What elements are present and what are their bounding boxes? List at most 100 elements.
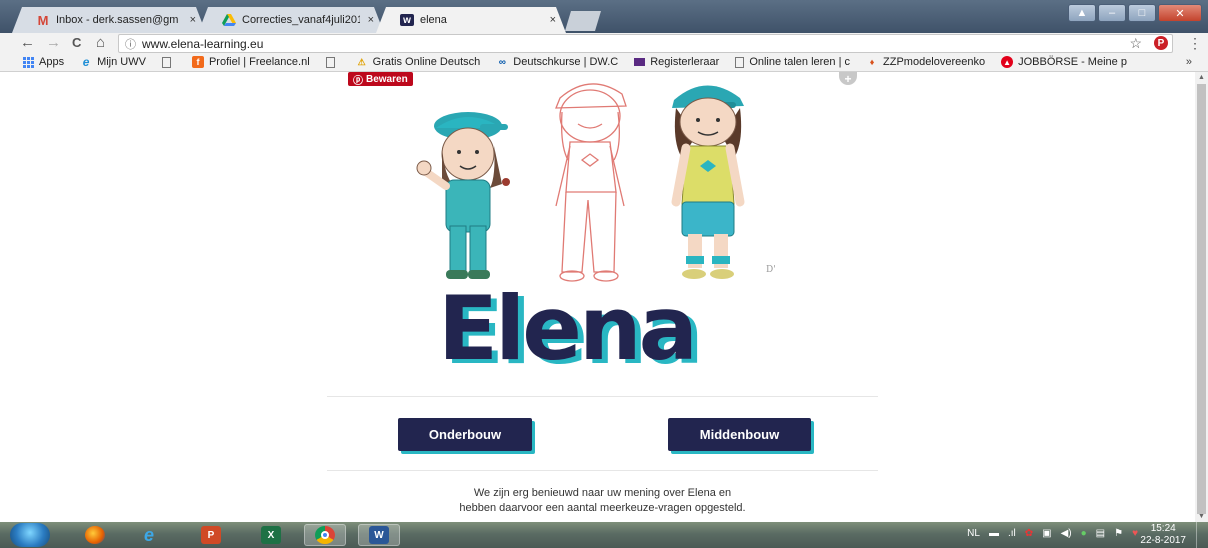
display-icon[interactable]: ▤ [1096, 528, 1105, 539]
bookmark-label: Gratis Online Deutsch [372, 56, 481, 68]
chrome-menu-icon[interactable]: ⋮ [1188, 35, 1202, 52]
clock-date: 22-8-2017 [1140, 535, 1186, 546]
page-scrollbar[interactable]: ▲ ▼ [1195, 72, 1208, 522]
bookmark-registerleraar[interactable]: Registerleraar [634, 56, 719, 68]
bookmark-zzp[interactable]: ♦ ZZPmodelovereenko [866, 56, 985, 68]
bookmark-label: Deutschkurse | DW.C [513, 56, 619, 68]
system-tray: NL ▬ .ıl ✿ ▣ ◀) ● ▤ ⚑ ♥ [967, 528, 1138, 539]
keyboard-icon[interactable]: ▬ [989, 528, 999, 539]
warning-icon: ⚠ [357, 56, 366, 67]
bookmark-page[interactable] [325, 56, 340, 68]
home-icon[interactable]: ⌂ [96, 34, 105, 51]
taskbar-excel[interactable]: X [250, 524, 292, 546]
new-tab-button[interactable] [565, 11, 601, 31]
w-site-icon: w [400, 14, 414, 26]
address-bar[interactable]: ⓘ www.elena-learning.eu ☆ P [118, 34, 1173, 53]
scroll-up-arrow-icon[interactable]: ▲ [1198, 74, 1205, 81]
excel-icon: X [261, 526, 281, 544]
show-desktop-button[interactable] [1196, 522, 1208, 548]
powerpoint-icon: P [201, 526, 221, 544]
jobborse-icon: ▲ [1001, 56, 1014, 68]
bookmark-deutschkurse[interactable]: ∞ Deutschkurse | DW.C [496, 56, 619, 68]
dw-icon: ∞ [498, 56, 506, 68]
expand-icon[interactable]: + [839, 72, 857, 86]
url-text: www.elena-learning.eu [142, 36, 264, 51]
bookmark-freelance[interactable]: f Profiel | Freelance.nl [191, 56, 310, 68]
antivirus-icon[interactable]: ✿ [1025, 528, 1033, 539]
tab-elena[interactable]: w elena × [376, 7, 566, 33]
bookmark-label: Apps [39, 56, 65, 68]
bookmark-star-icon[interactable]: ☆ [1129, 35, 1142, 52]
bookmark-mijn-uwv[interactable]: e Mijn UWV [80, 55, 146, 69]
minimize-icon[interactable]: – [1098, 4, 1126, 22]
window-close-icon[interactable]: ✕ [1158, 4, 1202, 22]
forward-icon[interactable]: → [46, 34, 61, 51]
elena-logo: Elena [438, 277, 698, 380]
volume-icon[interactable]: ◀) [1061, 528, 1072, 539]
word-icon: W [369, 526, 389, 544]
user-profile-icon[interactable]: ▲ [1068, 4, 1096, 22]
chrome-icon [315, 526, 335, 544]
language-indicator[interactable]: NL [967, 528, 980, 539]
site-info-icon[interactable]: ⓘ [125, 36, 136, 52]
signal-icon[interactable]: .ıl [1008, 528, 1016, 539]
middenbouw-button[interactable]: Middenbouw [668, 418, 811, 451]
taskbar-chrome[interactable] [304, 524, 346, 546]
tab-correcties[interactable]: Correcties_vanaf4juli201 × [198, 7, 384, 33]
bookmark-label: Profiel | Freelance.nl [208, 56, 310, 68]
bookmark-label: Online talen leren | c [749, 56, 851, 68]
taskbar-powerpoint[interactable]: P [190, 524, 232, 546]
reload-icon[interactable]: C [72, 35, 81, 50]
tab-close-icon[interactable]: × [550, 14, 556, 26]
ie-icon: e [82, 55, 90, 69]
maximize-icon[interactable]: □ [1128, 4, 1156, 22]
browser-toolbar: ← → C ⌂ ⓘ www.elena-learning.eu ☆ P ⋮ [0, 33, 1208, 53]
taskbar-word[interactable]: W [358, 524, 400, 546]
update-icon[interactable]: ● [1081, 528, 1087, 539]
intro-line: hebben daarvoor een aantal meerkeuze-vra… [459, 502, 746, 514]
apps-grid-icon [22, 56, 34, 68]
bookmarks-overflow-icon[interactable]: » [1186, 56, 1192, 68]
action-center-flag-icon[interactable]: ⚑ [1114, 528, 1123, 539]
gmail-icon: M [37, 12, 49, 28]
page-icon [735, 56, 745, 68]
system-clock[interactable]: 15:24 22-8-2017 [1140, 523, 1186, 547]
intro-line: We zijn erg benieuwd naar uw mening over… [473, 487, 732, 499]
tab-title: Correcties_vanaf4juli201 [242, 14, 360, 26]
tab-close-icon[interactable]: × [368, 14, 374, 26]
elena-characters-illustration: D' [416, 83, 776, 282]
windows-start-button[interactable] [10, 523, 50, 547]
page-icon [325, 56, 335, 68]
bookmark-label: ZZPmodelovereenko [883, 56, 986, 68]
character-colored [671, 85, 745, 279]
bookmarks-bar: Apps e Mijn UWV f Profiel | Freelance.nl… [0, 53, 1208, 72]
pinterest-save-label: Bewaren [366, 73, 408, 85]
pinterest-save-button[interactable]: ⓟ Bewaren [348, 72, 413, 87]
tab-gmail[interactable]: M Inbox - derk.sassen@gm × [12, 7, 206, 33]
window-controls: ▲ – □ ✕ [1068, 4, 1202, 22]
scroll-down-arrow-icon[interactable]: ▼ [1198, 513, 1205, 520]
character-overalls [416, 112, 510, 279]
page-content: ⓟ Bewaren + D' Elena Onderbouw Middenbou… [0, 72, 1195, 522]
bookmark-label: Registerleraar [650, 56, 720, 68]
taskbar-internet-explorer[interactable]: e [128, 524, 170, 546]
onderbouw-button[interactable]: Onderbouw [398, 418, 532, 451]
divider [327, 396, 878, 397]
tab-close-icon[interactable]: × [190, 14, 196, 26]
pinterest-icon: ⓟ [353, 75, 363, 87]
pinterest-extension-icon[interactable]: P [1154, 36, 1168, 50]
bookmark-page[interactable] [161, 56, 176, 68]
taskbar-firefox[interactable] [74, 524, 116, 546]
bookmark-jobborse[interactable]: ▲ JOBBÖRSE - Meine p [1001, 56, 1127, 68]
back-icon[interactable]: ← [20, 34, 35, 51]
bookmark-online-talen[interactable]: Online talen leren | c [735, 56, 850, 68]
power-icon[interactable]: ♥ [1132, 528, 1138, 539]
bookmark-label: Mijn UWV [97, 56, 146, 68]
bookmark-apps[interactable]: Apps [22, 56, 64, 68]
tab-title: elena [420, 14, 447, 26]
internet-explorer-icon: e [143, 524, 154, 545]
network-icon[interactable]: ▣ [1042, 528, 1051, 539]
scroll-thumb[interactable] [1197, 84, 1206, 514]
register-icon [634, 58, 646, 66]
bookmark-gratis-deutsch[interactable]: ⚠ Gratis Online Deutsch [356, 56, 481, 68]
